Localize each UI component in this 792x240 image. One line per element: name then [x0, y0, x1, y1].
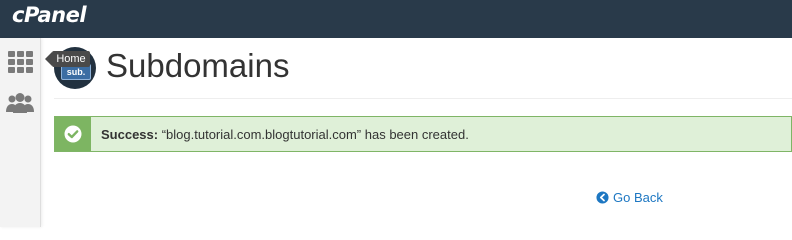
alert-icon-box	[55, 117, 91, 151]
top-bar: cPanel	[0, 0, 792, 38]
go-back-label: Go Back	[613, 190, 663, 205]
sidebar	[0, 38, 41, 227]
title-divider	[54, 98, 792, 99]
success-alert: Success: “blog.tutorial.com.blogtutorial…	[54, 116, 792, 152]
page-title: Subdomains	[106, 47, 290, 84]
sidebar-item-users[interactable]	[4, 88, 36, 120]
sidebar-item-home[interactable]	[4, 46, 36, 78]
users-icon	[6, 93, 34, 113]
go-back-link[interactable]: Go Back	[596, 190, 663, 205]
alert-body: “blog.tutorial.com.blogtutorial.com” has…	[161, 127, 469, 142]
alert-message: Success: “blog.tutorial.com.blogtutorial…	[101, 127, 469, 142]
arrow-left-circle-icon	[596, 191, 609, 204]
tooltip-arrow	[45, 52, 52, 66]
check-circle-icon	[64, 125, 82, 143]
home-tooltip: Home	[52, 51, 90, 67]
alert-prefix: Success:	[101, 127, 159, 142]
cpanel-logo[interactable]: cPanel	[12, 3, 87, 27]
grid-icon	[8, 51, 33, 73]
